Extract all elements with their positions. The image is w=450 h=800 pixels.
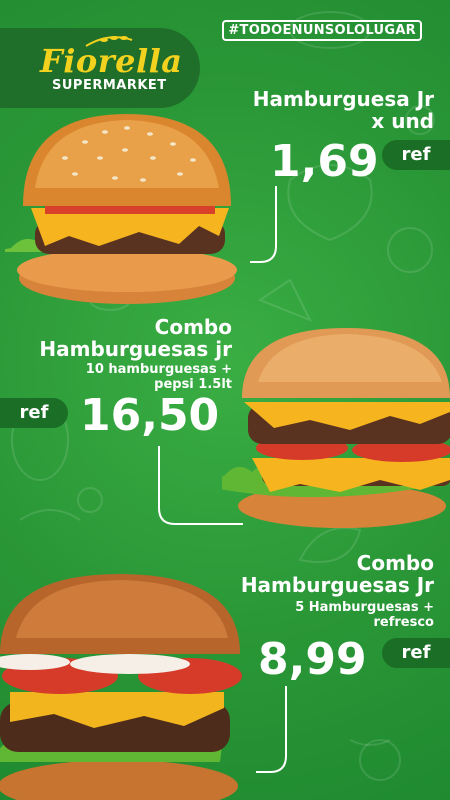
offer-3-title: Combo Hamburguesas Jr: [241, 552, 434, 596]
offer-3-detail-line1: 5 Hamburguesas +: [295, 600, 434, 615]
offer-3-detail: 5 Hamburguesas + refresco: [295, 600, 434, 630]
burger-image-3: [0, 574, 242, 800]
offer-2-detail-line1: 10 hamburguesas +: [85, 362, 232, 377]
offer-3-title-line1: Combo: [356, 551, 434, 575]
offer-3-price: 8,99: [258, 634, 367, 685]
offer-2-title-line2: Hamburguesas jr: [39, 337, 232, 361]
offer-2-detail: 10 hamburguesas + pepsi 1.5lt: [86, 362, 232, 392]
offer-3-ref-badge: ref: [382, 638, 450, 668]
offer-3-title-line2: Hamburguesas Jr: [240, 573, 434, 597]
connector-line-3: [256, 686, 287, 773]
burger-image-1: [5, 114, 237, 304]
burger-image-2: [222, 328, 450, 528]
offer-2-ref-badge: ref: [0, 398, 68, 428]
offer-1-title-line1: Hamburguesa Jr: [252, 87, 434, 111]
hashtag: #TODOENUNSOLOLUGAR: [222, 20, 422, 41]
brand-tagline: SUPERMARKET: [52, 78, 167, 93]
offer-2-title: Combo Hamburguesas jr: [39, 316, 232, 360]
offer-3-detail-line2: refresco: [373, 615, 435, 630]
offer-1-title: Hamburguesa Jr x und: [253, 88, 434, 132]
connector-line-1: [250, 186, 277, 263]
offer-2-price: 16,50: [80, 390, 220, 441]
brand-logo: Fiorella: [40, 42, 183, 80]
offer-2-title-line1: Combo: [154, 315, 232, 339]
offer-1-ref-badge: ref: [382, 140, 450, 170]
offer-1-price: 1,69: [270, 136, 379, 187]
offer-1-title-line2: x und: [371, 109, 434, 133]
